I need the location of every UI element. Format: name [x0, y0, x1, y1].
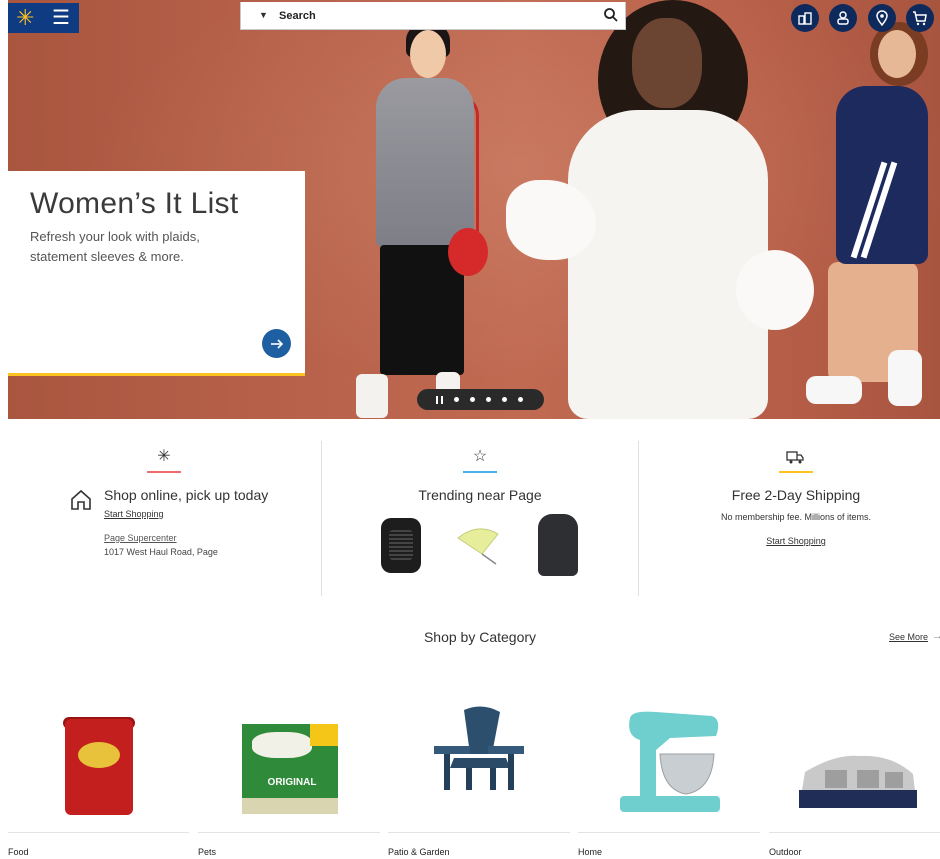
carousel-dot[interactable] — [470, 397, 475, 402]
search-icon[interactable] — [603, 7, 619, 23]
carousel-dot[interactable] — [454, 397, 459, 402]
value-pack-badge — [310, 724, 338, 746]
greenies-original-text: ORIGINAL — [267, 777, 317, 788]
header-logo-menu: ✳ ☰ — [8, 3, 79, 33]
pause-icon[interactable] — [436, 395, 443, 404]
pickup-title: Shop online, pick up today — [104, 487, 269, 503]
shipping-accent-line — [779, 471, 813, 473]
arrow-right-icon[interactable]: → — [932, 630, 940, 642]
hero-model-white-dress — [568, 110, 768, 419]
category-outdoor-label[interactable]: Outdoor — [769, 847, 802, 857]
hero-title: Women’s It List — [30, 187, 239, 220]
hero-model-sneaker — [806, 376, 862, 404]
greenies-logo — [252, 732, 312, 758]
category-patio-image[interactable] — [430, 706, 528, 792]
category-divider — [769, 832, 940, 833]
category-divider — [8, 832, 189, 833]
category-divider — [198, 832, 380, 833]
category-divider — [578, 832, 760, 833]
search-bar[interactable]: ▼ Search — [240, 2, 626, 30]
menu-icon[interactable]: ☰ — [52, 7, 70, 29]
store-name-link[interactable]: Page Supercenter — [104, 533, 177, 543]
hero-model-red-bag — [448, 228, 488, 276]
category-divider — [388, 832, 570, 833]
arrow-right-icon — [270, 338, 283, 349]
account-icon[interactable] — [829, 4, 857, 32]
panel-divider — [321, 441, 322, 596]
spark-logo-icon[interactable]: ✳ — [16, 7, 34, 29]
carousel-dot[interactable] — [502, 397, 507, 402]
see-more-link[interactable]: See More — [889, 632, 928, 642]
hero-subtitle: Refresh your look with plaids, statement… — [30, 229, 200, 264]
store-address: 1017 West Haul Road, Page — [104, 547, 218, 557]
hero-model-boot — [356, 374, 388, 418]
hero-arrow-button[interactable] — [262, 329, 291, 358]
shipping-start-shopping-link[interactable]: Start Shopping — [766, 536, 826, 546]
search-input[interactable]: Search — [279, 10, 316, 22]
hero-model-plaid-blazer — [376, 78, 474, 248]
shipping-subtitle: No membership fee. Millions of items. — [720, 512, 872, 522]
hero-promo-card[interactable]: Women’s It List Refresh your look with p… — [8, 171, 305, 376]
category-home-label[interactable]: Home — [578, 847, 602, 857]
hero-model-face — [410, 30, 446, 78]
pickup-accent-line — [147, 471, 181, 473]
carousel-dot[interactable] — [486, 397, 491, 402]
carousel-controls — [417, 389, 544, 410]
cart-icon[interactable] — [906, 4, 934, 32]
coffee-can-label — [78, 742, 120, 768]
truck-icon — [786, 451, 804, 464]
shipping-title: Free 2-Day Shipping — [731, 487, 861, 503]
trending-accent-line — [463, 471, 497, 473]
reorder-icon[interactable] — [791, 4, 819, 32]
carousel-dot[interactable] — [518, 397, 523, 402]
category-food-label[interactable]: Food — [8, 847, 29, 857]
shop-by-category-title: Shop by Category — [423, 629, 537, 645]
location-icon[interactable] — [868, 4, 896, 32]
hero-model-ruffle-sleeve — [736, 250, 814, 330]
heater-grill — [389, 530, 413, 560]
category-pets-label[interactable]: Pets — [198, 847, 216, 857]
pickup-start-shopping-link[interactable]: Start Shopping — [104, 509, 164, 519]
category-outdoor-image[interactable] — [795, 752, 919, 814]
category-home-image[interactable] — [616, 710, 726, 814]
hero-model-face — [632, 18, 702, 108]
category-patio-garden-label[interactable]: Patio & Garden — [388, 847, 450, 857]
trending-item-hoodie[interactable] — [538, 514, 578, 576]
hero-model-sneaker — [888, 350, 922, 406]
spark-icon: ✳ — [157, 448, 171, 465]
hero-model-face — [878, 30, 916, 78]
caret-down-icon[interactable]: ▼ — [259, 10, 268, 20]
trending-title: Trending near Page — [418, 487, 542, 503]
greenies-strip — [242, 798, 338, 814]
trending-item-umbrella[interactable] — [452, 518, 512, 568]
star-icon: ☆ — [472, 448, 488, 465]
home-icon — [71, 489, 91, 510]
